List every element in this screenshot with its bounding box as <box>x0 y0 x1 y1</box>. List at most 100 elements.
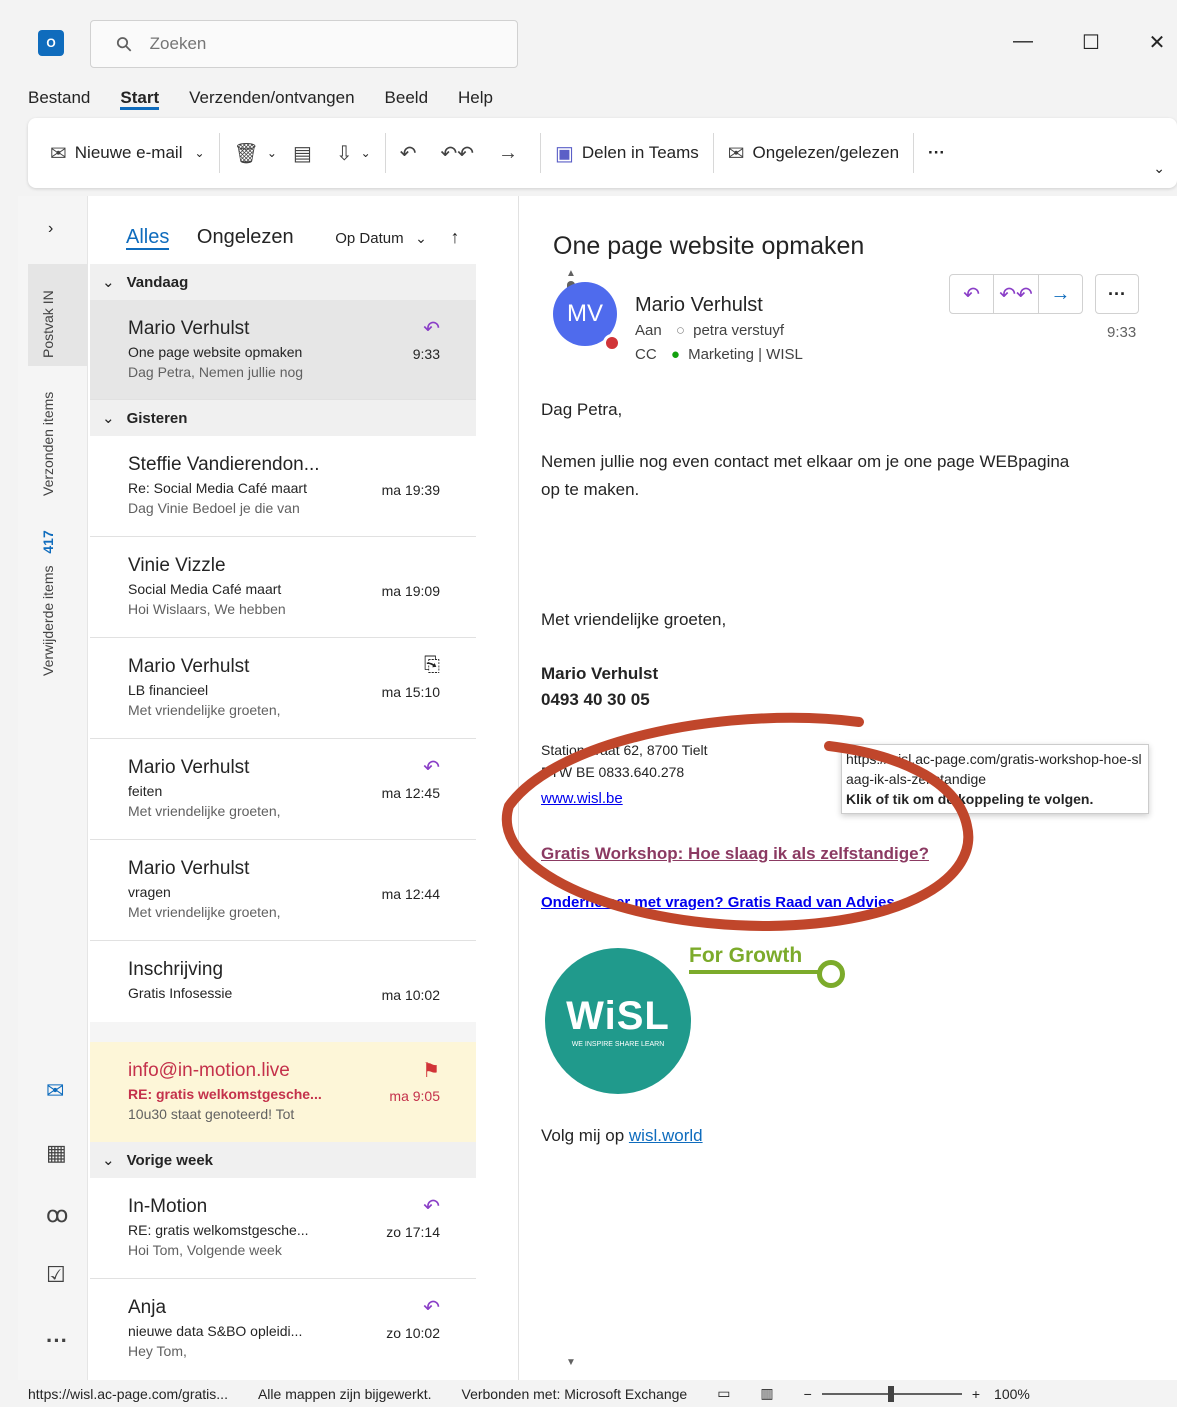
folder-inbox[interactable]: Postvak IN <box>40 290 56 358</box>
more-button[interactable]: ··· <box>920 133 953 173</box>
folder-deleted[interactable]: Verwijderde items 417 <box>40 530 56 676</box>
maximize-button[interactable]: ☐ <box>1076 30 1106 55</box>
tasks-icon[interactable]: ☑ <box>46 1262 66 1288</box>
people-icon[interactable]: ꝏ <box>46 1202 68 1228</box>
list-item[interactable]: Mario Verhulst One page website opmaken … <box>90 300 476 400</box>
item-time: ma 12:45 <box>381 785 440 801</box>
body-line-2: op te maken. <box>541 480 640 499</box>
list-item[interactable]: Vinie Vizzle Social Media Café maart Hoi… <box>90 537 476 638</box>
forward-icon[interactable]: → <box>1039 275 1082 313</box>
list-item[interactable]: Mario Verhulst vragen Met vriendelijke g… <box>90 840 476 941</box>
item-time: 9:33 <box>412 346 440 362</box>
sort-direction-icon[interactable]: ↑ <box>450 227 459 247</box>
search-input[interactable] <box>149 34 450 54</box>
greeting: Dag Petra, <box>541 400 623 419</box>
tab-all[interactable]: Alles <box>126 226 170 250</box>
group-header-lastweek[interactable]: ⌄ Vorige week <box>90 1142 476 1178</box>
menu-bestand[interactable]: Bestand <box>28 88 90 110</box>
list-item[interactable]: In-Motion RE: gratis welkomstgesche... H… <box>90 1178 476 1279</box>
read-unread-button[interactable]: ✉ Ongelezen/gelezen <box>720 133 907 173</box>
zoom-out-icon[interactable]: − <box>804 1386 812 1402</box>
forward-button[interactable]: → <box>490 133 534 173</box>
list-item[interactable]: Mario Verhulst LB financieel Met vriende… <box>90 638 476 739</box>
zoom-in-icon[interactable]: + <box>972 1386 980 1402</box>
menu-verzenden[interactable]: Verzenden/ontvangen <box>189 88 354 110</box>
menu-start[interactable]: Start <box>120 88 160 110</box>
normal-view-icon[interactable]: ▭ <box>717 1385 730 1402</box>
delete-button[interactable]: 🗑 ⌄ <box>226 133 285 173</box>
group-label: Vandaag <box>126 273 189 291</box>
group-header-yesterday[interactable]: ⌄ Gisteren <box>90 400 476 436</box>
list-gap <box>90 1022 476 1042</box>
reading-pane: One page website opmaken MV Mario Verhul… <box>501 196 1177 1380</box>
chevron-down-icon[interactable]: ⌄ <box>361 146 371 160</box>
item-preview: Hey Tom, <box>128 1343 187 1359</box>
list-item[interactable]: Inschrijving Gratis Infosessie ma 10:02 <box>90 941 476 1022</box>
search-box[interactable]: ⚲ <box>90 20 518 68</box>
list-item[interactable]: info@in-motion.live RE: gratis welkomstg… <box>90 1042 476 1152</box>
archive-button[interactable]: ▤ <box>285 133 328 173</box>
more-actions-button[interactable]: ··· <box>1095 274 1139 314</box>
new-mail-button[interactable]: ✉ Nieuwe e-mail ⌄ <box>42 133 213 173</box>
mail-icon[interactable]: ✉ <box>46 1078 64 1104</box>
group-header-today[interactable]: ⌄ Vandaag <box>90 264 476 300</box>
chevron-down-icon[interactable]: ⌄ <box>194 146 204 160</box>
zoom-thumb[interactable] <box>887 1385 894 1402</box>
logo-line <box>689 970 819 974</box>
main-area: › Postvak IN Verzonden items Verwijderde… <box>18 196 1177 1380</box>
reply-icon: ↶ <box>399 142 417 165</box>
more-apps-icon[interactable]: ··· <box>46 1328 68 1354</box>
item-sender: Inschrijving <box>128 959 224 980</box>
minimize-button[interactable]: — <box>1008 30 1038 53</box>
group-label: Vorige week <box>126 1151 214 1169</box>
wisl-logo[interactable]: WiSL WE INSPIRE SHARE LEARN <box>545 948 691 1094</box>
list-item[interactable]: Steffie Vandierendon... Re: Social Media… <box>90 436 476 537</box>
list-item[interactable]: Anja nieuwe data S&BO opleidi... Hey Tom… <box>90 1279 476 1380</box>
item-sender: Vinie Vizzle <box>128 555 226 576</box>
divider <box>218 133 220 173</box>
tab-unread[interactable]: Ongelezen <box>197 226 294 248</box>
recipient-name[interactable]: petra verstuyf <box>693 322 784 339</box>
chevron-down-icon[interactable]: ⌄ <box>267 146 277 160</box>
zoom-slider[interactable] <box>821 1385 962 1402</box>
to-label: Aan <box>635 322 662 339</box>
expand-folders-icon[interactable]: › <box>48 220 53 238</box>
reply-all-button[interactable]: ↶↶ <box>432 133 490 173</box>
reading-view-icon[interactable]: ▥ <box>760 1385 773 1402</box>
reply-button[interactable]: ↶ <box>392 133 433 173</box>
item-time: zo 10:02 <box>386 1325 440 1341</box>
reply-icon[interactable]: ↶ <box>950 275 995 313</box>
replied-icon: ↶ <box>423 1196 440 1218</box>
close-button[interactable]: ✕ <box>1142 30 1172 55</box>
menu-help[interactable]: Help <box>458 88 493 110</box>
calendar-icon[interactable]: ▦ <box>46 1140 67 1166</box>
follow-text: Volg mij op <box>541 1126 625 1145</box>
menu-beeld[interactable]: Beeld <box>385 88 428 110</box>
item-time: ma 10:02 <box>381 987 440 1003</box>
chevron-down-icon: ⌄ <box>102 274 115 291</box>
item-sender: Steffie Vandierendon... <box>128 454 320 475</box>
menu-bar: Bestand Start Verzenden/ontvangen Beeld … <box>28 88 523 110</box>
cc-name[interactable]: Marketing | WISL <box>688 346 803 363</box>
flag-icon[interactable]: ⚑ <box>422 1058 440 1083</box>
item-time: ma 9:05 <box>389 1088 440 1104</box>
item-preview: Met vriendelijke groeten, <box>128 904 281 920</box>
chevron-down-icon[interactable]: ⌄ <box>415 230 427 246</box>
folder-sent[interactable]: Verzonden items <box>40 392 56 496</box>
follow-link[interactable]: wisl.world <box>629 1126 703 1145</box>
cc-line: CC ● Marketing | WISL <box>635 346 803 363</box>
to-line: Aan ○ petra verstuyf <box>635 322 784 339</box>
sender-name[interactable]: Mario Verhulst <box>635 294 763 317</box>
item-preview: Met vriendelijke groeten, <box>128 702 281 718</box>
ribbon-expand-icon[interactable]: ⌄ <box>1145 148 1173 188</box>
teams-icon: ▣ <box>555 142 574 165</box>
move-button[interactable]: ⇩ ⌄ <box>328 133 379 173</box>
item-preview: Met vriendelijke groeten, <box>128 803 281 819</box>
sort-dropdown[interactable]: Op Datum <box>335 230 403 247</box>
divider <box>913 133 915 173</box>
reply-all-icon[interactable]: ↶↶ <box>994 275 1039 313</box>
status-sync: Alle mappen zijn bijgewerkt. <box>257 1385 432 1402</box>
filter-bar: Alles Ongelezen Op Datum ⌄ ↑ <box>126 226 459 250</box>
share-teams-button[interactable]: ▣ Delen in Teams <box>547 133 707 173</box>
list-item[interactable]: Mario Verhulst feiten Met vriendelijke g… <box>90 739 476 840</box>
